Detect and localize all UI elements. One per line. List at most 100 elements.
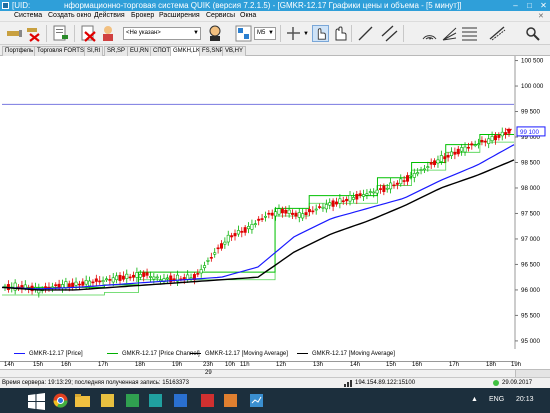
x-tick-label: 16h <box>61 362 72 368</box>
day-label: 29 <box>205 370 212 376</box>
candle-body <box>304 212 308 216</box>
candle-body <box>236 230 240 235</box>
candle-body <box>487 138 491 144</box>
app-icon-teal[interactable] <box>147 392 164 409</box>
menu-broker[interactable]: Брокер <box>131 12 154 19</box>
windows-start-icon[interactable] <box>28 393 45 410</box>
mdi-close-icon[interactable]: ✕ <box>538 12 544 20</box>
menu-create-window[interactable]: Создать окно <box>48 12 91 19</box>
magnify-icon[interactable] <box>524 25 541 42</box>
y-tick-label: 97 500 <box>521 210 540 217</box>
menu-actions[interactable]: Действия <box>94 12 125 19</box>
candle-body <box>429 162 433 165</box>
line-icon[interactable] <box>357 25 374 42</box>
disconnect-icon[interactable] <box>26 25 43 42</box>
taskbar-clock[interactable]: 20:13 <box>516 396 534 403</box>
x-tick-label: 19h <box>511 362 522 368</box>
menu-services[interactable]: Сервисы <box>206 12 235 19</box>
x-tick-label: 19h <box>172 362 183 368</box>
tab-portfolio[interactable]: Портфель <box>2 46 37 56</box>
candle-body <box>348 195 352 202</box>
candle-body <box>294 212 298 217</box>
candle-body <box>338 198 342 204</box>
client-info-icon[interactable] <box>207 25 224 42</box>
tab-vb-hy[interactable]: VB,HY <box>222 46 247 56</box>
candle-body <box>54 284 58 286</box>
candle-body <box>504 132 508 135</box>
legend-label: GMKR-12.17 [Moving Average] <box>205 351 288 357</box>
maximize-button[interactable]: □ <box>523 0 536 11</box>
legend-item: GMKR-12.17 [Price] <box>14 351 83 357</box>
tab-sr-sp[interactable]: SR,SP <box>104 46 129 56</box>
candle-body <box>91 281 95 284</box>
y-tick-label: 95 000 <box>521 338 540 345</box>
quik-taskbar-icon[interactable] <box>248 392 265 409</box>
arc-icon[interactable] <box>421 25 438 42</box>
close-button[interactable]: ✕ <box>537 0 550 11</box>
candle-body <box>382 185 386 192</box>
candle-body <box>71 282 75 288</box>
app-icon-yellow[interactable] <box>99 392 116 409</box>
status-date: 29.09.2017 <box>502 380 533 386</box>
tab-eu-rn[interactable]: EU,RN <box>127 46 152 56</box>
tray-arrow-icon[interactable]: ▲ <box>471 396 478 403</box>
explorer-icon[interactable] <box>74 392 91 409</box>
candle-body <box>213 252 217 255</box>
tab-bar: Портфель Торговля FORTS SI,RI SR,SP EU,R… <box>0 45 550 56</box>
price-chart[interactable]: 100 500100 00099 50099 00098 50098 00097… <box>0 56 550 349</box>
server-time-status: Время сервера: 19:13:29; последняя получ… <box>2 380 189 386</box>
candle-body <box>253 223 257 225</box>
interval-select[interactable]: M5 ▼ <box>254 27 276 40</box>
fan-icon[interactable] <box>441 25 458 42</box>
menu-system[interactable]: Система <box>14 12 42 19</box>
app-icon-blue[interactable] <box>172 392 189 409</box>
candle-body <box>463 146 467 153</box>
tab-si-ri[interactable]: SI,RI <box>84 46 104 56</box>
y-tick-label: 100 000 <box>521 83 544 90</box>
hand-icon[interactable] <box>331 25 348 42</box>
candle-body <box>159 279 163 282</box>
minimize-button[interactable]: – <box>509 0 522 11</box>
candle-body <box>470 143 474 146</box>
app-icon-green[interactable] <box>124 392 141 409</box>
chevron-down-icon: ▼ <box>268 30 274 36</box>
candle-body <box>446 154 450 158</box>
crosshair-dropdown-icon[interactable]: ▼ <box>303 31 309 37</box>
menu-windows[interactable]: Окна <box>240 12 256 19</box>
legend-line <box>107 352 118 354</box>
candle-body <box>439 155 443 162</box>
last-price-label: 99 100 <box>520 129 539 136</box>
fibo-icon[interactable] <box>461 25 478 42</box>
window-title-left: [UID: <box>12 1 31 10</box>
tab-forts[interactable]: Торговля FORTS <box>34 46 87 56</box>
account-select[interactable]: <Не указан> ▼ <box>123 27 201 40</box>
candle-body <box>88 280 92 287</box>
candle-body <box>318 206 322 208</box>
new-order-icon[interactable] <box>52 25 69 42</box>
candle-body <box>368 191 372 193</box>
chart-area[interactable]: 100 500 100 000 99 500 99 000 98 500 98 000 97… <box>0 56 550 369</box>
app-icon-orange[interactable] <box>222 392 239 409</box>
candle-body <box>74 281 78 286</box>
menu-extensions[interactable]: Расширения <box>159 12 200 19</box>
candle-body <box>226 234 230 243</box>
server-address: 194.154.89.122:15100 <box>355 380 416 386</box>
channel-icon[interactable] <box>489 25 506 42</box>
chrome-icon[interactable] <box>52 392 69 409</box>
crosshair-icon[interactable] <box>285 25 302 42</box>
x-tick-label: 14h <box>350 362 361 368</box>
chart-type-icon[interactable] <box>235 25 252 42</box>
pointer-hand-icon[interactable] <box>312 25 329 42</box>
candle-body <box>155 276 159 279</box>
parallel-lines-icon[interactable] <box>381 25 398 42</box>
legend-item: GMKR-12.17 [Moving Average] <box>190 351 288 357</box>
keyboard-language[interactable]: ENG <box>489 396 504 403</box>
kill-order-icon[interactable] <box>80 25 97 42</box>
day-row: 29 <box>0 369 550 378</box>
app-icon-red[interactable] <box>199 392 216 409</box>
candle-body <box>67 283 71 287</box>
client-icon[interactable] <box>100 25 117 42</box>
y-axis-panel <box>516 56 550 349</box>
connect-icon[interactable] <box>6 25 23 42</box>
candle-body <box>135 272 139 278</box>
